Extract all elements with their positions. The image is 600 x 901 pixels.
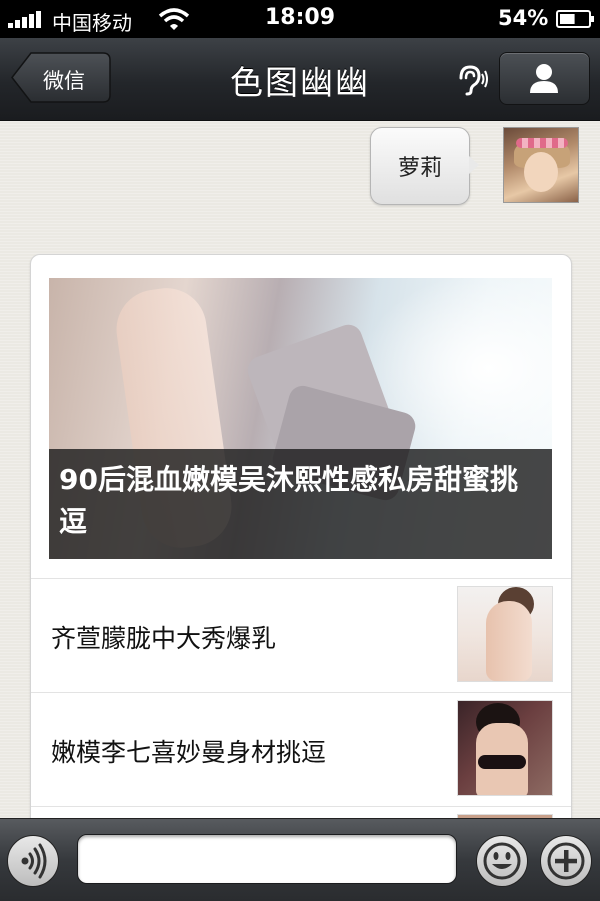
battery-percent: 54% bbox=[498, 6, 549, 30]
hero-caption: 90后混血嫩模吴沐熙性感私房甜蜜挑逗 bbox=[49, 449, 552, 559]
news-item-thumbnail bbox=[457, 586, 553, 682]
sent-message-text: 萝莉 bbox=[397, 156, 442, 181]
voice-icon bbox=[21, 843, 47, 879]
news-card[interactable]: 90后混血嫩模吴沐熙性感私房甜蜜挑逗 齐萱朦胧中大秀爆乳 嫩模李七喜妙曼身材挑逗 bbox=[30, 254, 572, 818]
message-input[interactable] bbox=[77, 834, 457, 884]
chat-area[interactable]: 萝莉 90后混血嫩模吴沐熙性感私房甜蜜挑逗 齐萱朦胧中大秀爆乳 嫩模李七喜妙曼身… bbox=[0, 121, 600, 818]
profile-button[interactable] bbox=[499, 52, 590, 105]
news-list-item[interactable]: 嫩模李七喜妙曼身材挑逗 bbox=[31, 692, 571, 807]
ear-icon bbox=[459, 65, 488, 96]
status-bar: 中国移动 18:09 54% bbox=[0, 0, 600, 38]
sent-message-bubble[interactable]: 萝莉 bbox=[370, 127, 479, 205]
emoji-button[interactable] bbox=[476, 835, 528, 887]
battery-icon bbox=[556, 10, 594, 28]
news-item-title: 嫩模李七喜妙曼身材挑逗 bbox=[51, 738, 327, 767]
person-icon bbox=[530, 64, 558, 93]
voice-button[interactable] bbox=[7, 835, 59, 887]
news-list-item[interactable] bbox=[31, 806, 571, 818]
avatar[interactable] bbox=[503, 127, 579, 203]
smiley-icon bbox=[483, 842, 521, 880]
news-item-title: 齐萱朦胧中大秀爆乳 bbox=[51, 624, 277, 653]
input-bar bbox=[0, 818, 600, 901]
plus-button[interactable] bbox=[540, 835, 592, 887]
hero-image[interactable]: 90后混血嫩模吴沐熙性感私房甜蜜挑逗 bbox=[49, 278, 552, 559]
hero-title: 90后混血嫩模吴沐熙性感私房甜蜜挑逗 bbox=[59, 463, 518, 538]
news-list-item[interactable]: 齐萱朦胧中大秀爆乳 bbox=[31, 578, 571, 693]
news-item-thumbnail bbox=[457, 700, 553, 796]
plus-icon bbox=[547, 842, 585, 880]
nav-bar: 微信 色图幽幽 bbox=[0, 38, 600, 121]
